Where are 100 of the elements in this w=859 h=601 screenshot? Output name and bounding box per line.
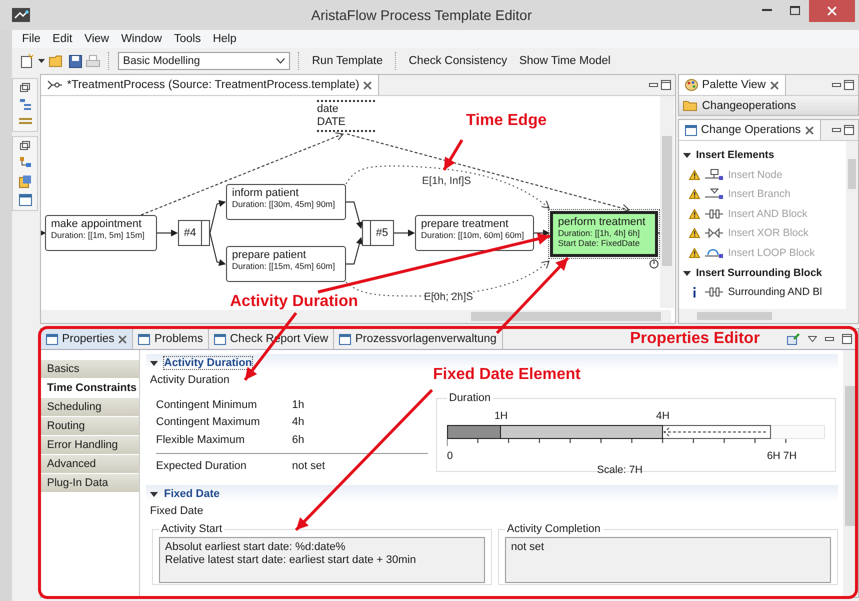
- view-icon[interactable]: [18, 194, 32, 206]
- activity-node[interactable]: make appointment Duration: [[1m, 5m] 15m]: [45, 215, 157, 251]
- restore-icon[interactable]: [20, 141, 30, 150]
- horizontal-scrollbar[interactable]: [41, 310, 671, 323]
- flow-edge: [346, 202, 363, 229]
- pin-icon[interactable]: [787, 333, 800, 345]
- menu-item[interactable]: File: [16, 33, 47, 45]
- maximize-icon: [790, 6, 800, 14]
- view-tab[interactable]: Change Operations: [679, 120, 821, 140]
- view-icon: [138, 334, 150, 344]
- maximize-icon[interactable]: [842, 334, 852, 344]
- operation-icon: [704, 286, 724, 298]
- section-subtitle: Activity Duration: [149, 373, 230, 386]
- group-header[interactable]: Insert Surrounding Block: [683, 262, 822, 282]
- axis-label: 0: [447, 450, 453, 462]
- duration-label: 1H: [494, 410, 508, 422]
- palette-item[interactable]: Surrounding AND Bl: [683, 282, 822, 302]
- vertical-scrollbar[interactable]: [846, 141, 858, 309]
- minimize-icon[interactable]: [832, 128, 841, 132]
- close-icon: [827, 6, 837, 16]
- perspective-dropdown[interactable]: Basic Modelling: [118, 52, 290, 70]
- date-text-box[interactable]: not set: [505, 537, 831, 583]
- activity-node[interactable]: prepare patient Duration: [[15m, 45m] 60m]: [226, 246, 346, 282]
- menu-item[interactable]: Edit: [46, 33, 78, 45]
- annotation-label: Time Edge: [466, 112, 547, 130]
- caret-icon: [276, 58, 285, 64]
- view-menu-icon[interactable]: [808, 336, 817, 342]
- warning-icon: [689, 170, 700, 180]
- maximize-icon[interactable]: [661, 80, 671, 90]
- property-tab[interactable]: Advanced: [41, 455, 139, 473]
- editor-tab[interactable]: *TreatmentProcess (Source: TreatmentProcess.template): [41, 75, 380, 95]
- restore-icon[interactable]: [20, 83, 30, 92]
- time-edge-label: E[1h, Inf]S: [422, 175, 472, 187]
- close-icon[interactable]: [804, 126, 814, 134]
- menu-item[interactable]: Help: [206, 33, 242, 45]
- maximize-icon[interactable]: [844, 80, 854, 90]
- property-tab[interactable]: Routing: [41, 417, 139, 435]
- minimize-icon: [762, 8, 772, 12]
- property-tab[interactable]: Plug-In Data: [41, 474, 139, 492]
- expand-icon[interactable]: [683, 268, 691, 276]
- menu-item[interactable]: Window: [115, 33, 168, 45]
- outline-icon[interactable]: [18, 98, 32, 111]
- toolbar-button[interactable]: Check Consistency: [404, 53, 512, 69]
- property-tab[interactable]: Basics: [41, 360, 139, 378]
- date-text-box[interactable]: Absolut earliest start date: %d:date% Relative latest start date: earliest start date + 30min: [159, 537, 485, 583]
- flow-edge: [346, 237, 363, 264]
- warning-icon: [689, 228, 700, 238]
- flow-edge: [210, 200, 226, 234]
- activity-node[interactable]: perform treatment Duration: [[1h, 4h] 6h] Start Date: FixedDate: [550, 211, 658, 257]
- category-header[interactable]: Changeoperations: [679, 96, 858, 115]
- field-label: Contingent Maximum: [156, 416, 261, 428]
- expand-icon[interactable]: [683, 151, 691, 159]
- group-header[interactable]: Insert Elements: [683, 145, 774, 165]
- expand-icon[interactable]: [150, 358, 158, 366]
- menu-item[interactable]: Tools: [168, 33, 207, 45]
- template-icon[interactable]: [18, 175, 32, 188]
- close-icon[interactable]: [363, 80, 372, 90]
- minimize-icon[interactable]: [825, 336, 834, 342]
- view-tab[interactable]: Prozessvorlagenverwaltung: [334, 329, 503, 349]
- data-element[interactable]: date DATE: [317, 100, 375, 132]
- menu-item[interactable]: View: [78, 33, 116, 45]
- field-value: 6h: [292, 434, 304, 446]
- section-header[interactable]: Fixed Date: [146, 485, 838, 502]
- group-title: Activity Completion: [506, 523, 602, 535]
- toolbar-button[interactable]: Show Time Model: [515, 53, 615, 69]
- field-label: Flexible Maximum: [156, 434, 246, 446]
- field-label: Expected Duration: [156, 460, 248, 472]
- save-icon[interactable]: [69, 54, 82, 68]
- toolbar-button[interactable]: Run Template: [308, 53, 387, 69]
- scale-label: Scale: 7H: [597, 464, 643, 476]
- close-button[interactable]: [809, 0, 855, 22]
- split-join-node[interactable]: #5: [362, 220, 394, 246]
- group-title: Activity Start: [160, 523, 224, 535]
- tree-icon[interactable]: [18, 156, 32, 169]
- close-icon[interactable]: [118, 334, 128, 344]
- view-tab[interactable]: Properties: [41, 329, 134, 349]
- field-value: not set: [292, 460, 326, 472]
- minimize-icon[interactable]: [832, 82, 841, 88]
- split-join-node[interactable]: #4: [178, 220, 210, 246]
- activity-node[interactable]: prepare treatment Duration: [[10m, 60m] 60m]: [415, 215, 534, 251]
- expand-icon[interactable]: [150, 490, 158, 498]
- minimize-icon[interactable]: [649, 82, 658, 88]
- list-icon[interactable]: [18, 117, 32, 127]
- clock-icon: [650, 260, 658, 268]
- property-tab[interactable]: Error Handling: [41, 436, 139, 454]
- horizontal-scrollbar[interactable]: [679, 309, 858, 323]
- group-title: Duration: [448, 392, 492, 404]
- close-icon[interactable]: [770, 80, 779, 90]
- maximize-icon[interactable]: [844, 125, 854, 135]
- view-icon: [339, 334, 352, 344]
- property-tab[interactable]: Scheduling: [41, 398, 139, 416]
- caret-icon[interactable]: [38, 58, 45, 64]
- palette-icon: [685, 79, 698, 91]
- activity-node[interactable]: inform patient Duration: [[30m, 45m] 90m]: [226, 184, 346, 220]
- new-icon[interactable]: [20, 54, 34, 68]
- warning-icon: [689, 208, 700, 219]
- view-tab[interactable]: Problems: [133, 329, 209, 349]
- palette-tab[interactable]: Palette View: [679, 75, 786, 95]
- vertical-scrollbar[interactable]: [660, 96, 674, 308]
- annotation-label: Properties Editor: [630, 330, 760, 348]
